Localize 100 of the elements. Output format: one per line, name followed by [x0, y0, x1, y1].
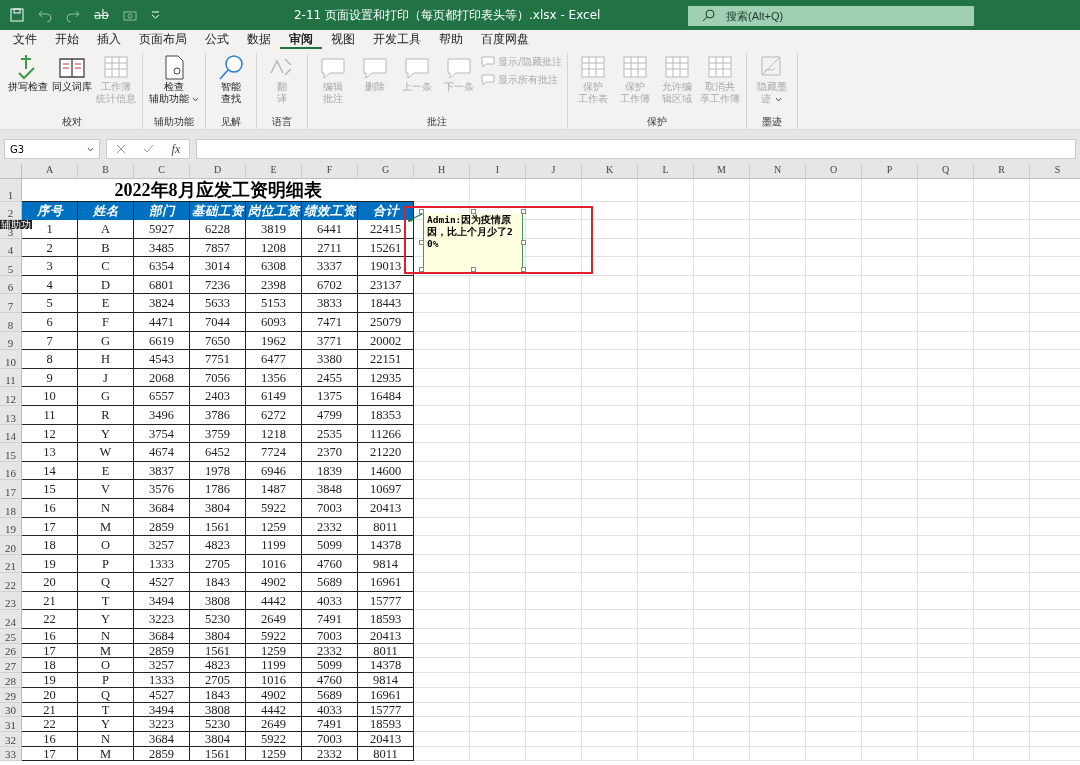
- empty-cell[interactable]: [918, 517, 974, 537]
- column-header[interactable]: K: [582, 164, 638, 179]
- empty-cell[interactable]: [582, 554, 638, 574]
- empty-cell[interactable]: [862, 387, 918, 406]
- empty-cell[interactable]: [470, 536, 526, 555]
- empty-cell[interactable]: [750, 220, 806, 239]
- ribbon-tab[interactable]: 数据: [238, 30, 280, 49]
- empty-cell[interactable]: [806, 275, 862, 295]
- empty-cell[interactable]: [414, 746, 470, 762]
- empty-cell[interactable]: [974, 746, 1030, 762]
- empty-cell[interactable]: [414, 368, 470, 388]
- empty-cell[interactable]: [918, 573, 974, 592]
- empty-cell[interactable]: [750, 717, 806, 732]
- empty-cell[interactable]: [750, 658, 806, 674]
- empty-cell[interactable]: [470, 629, 526, 644]
- row-header[interactable]: 22: [0, 573, 22, 592]
- column-header[interactable]: C: [134, 164, 190, 179]
- empty-cell[interactable]: [974, 702, 1030, 718]
- empty-cell[interactable]: [694, 387, 750, 406]
- empty-cell[interactable]: [974, 238, 1030, 258]
- empty-cell[interactable]: [526, 350, 582, 369]
- empty-cell[interactable]: [918, 312, 974, 332]
- empty-cell[interactable]: [470, 480, 526, 499]
- resize-handle[interactable]: [419, 209, 424, 214]
- ribbon-button[interactable]: 拼写检查: [7, 53, 49, 115]
- empty-cell[interactable]: [750, 202, 806, 220]
- empty-cell[interactable]: [750, 591, 806, 611]
- column-header[interactable]: Q: [918, 164, 974, 179]
- empty-cell[interactable]: [694, 746, 750, 762]
- empty-cell[interactable]: [694, 368, 750, 388]
- empty-cell[interactable]: [918, 643, 974, 659]
- empty-cell[interactable]: [862, 179, 918, 202]
- empty-cell[interactable]: [806, 443, 862, 462]
- empty-cell[interactable]: [806, 257, 862, 276]
- empty-cell[interactable]: [806, 424, 862, 444]
- empty-cell[interactable]: [414, 610, 470, 630]
- empty-cell[interactable]: [974, 350, 1030, 369]
- empty-cell[interactable]: [694, 331, 750, 351]
- empty-cell[interactable]: [638, 387, 694, 406]
- empty-cell[interactable]: [638, 275, 694, 295]
- empty-cell[interactable]: [862, 257, 918, 276]
- empty-cell[interactable]: [750, 731, 806, 747]
- empty-cell[interactable]: [806, 673, 862, 688]
- empty-cell[interactable]: [526, 498, 582, 518]
- empty-cell[interactable]: [638, 331, 694, 351]
- empty-cell[interactable]: [638, 643, 694, 659]
- empty-cell[interactable]: [974, 610, 1030, 630]
- empty-cell[interactable]: [862, 424, 918, 444]
- empty-cell[interactable]: [638, 702, 694, 718]
- customize-icon[interactable]: [151, 11, 160, 19]
- empty-cell[interactable]: [638, 717, 694, 732]
- empty-cell[interactable]: [414, 687, 470, 703]
- empty-cell[interactable]: [806, 368, 862, 388]
- empty-cell[interactable]: [638, 554, 694, 574]
- empty-cell[interactable]: [918, 629, 974, 644]
- empty-cell[interactable]: [526, 658, 582, 674]
- empty-cell[interactable]: [750, 746, 806, 762]
- empty-cell[interactable]: [862, 312, 918, 332]
- empty-cell[interactable]: [638, 731, 694, 747]
- empty-cell[interactable]: [582, 687, 638, 703]
- empty-cell[interactable]: [638, 610, 694, 630]
- empty-cell[interactable]: [526, 702, 582, 718]
- empty-cell[interactable]: [750, 257, 806, 276]
- column-header[interactable]: G: [358, 164, 414, 179]
- empty-cell[interactable]: [414, 643, 470, 659]
- row-header[interactable]: 24: [0, 610, 22, 630]
- camera-icon[interactable]: [123, 9, 137, 21]
- empty-cell[interactable]: [582, 731, 638, 747]
- empty-cell[interactable]: [750, 238, 806, 258]
- column-header[interactable]: F: [302, 164, 358, 179]
- empty-cell[interactable]: [526, 387, 582, 406]
- empty-cell[interactable]: [582, 746, 638, 762]
- empty-cell[interactable]: [974, 536, 1030, 555]
- empty-cell[interactable]: [974, 257, 1030, 276]
- empty-cell[interactable]: [750, 498, 806, 518]
- empty-cell[interactable]: [974, 717, 1030, 732]
- empty-cell[interactable]: [918, 536, 974, 555]
- resize-handle[interactable]: [471, 209, 476, 214]
- empty-cell[interactable]: [526, 312, 582, 332]
- empty-cell[interactable]: [862, 610, 918, 630]
- empty-cell[interactable]: [806, 220, 862, 239]
- empty-cell[interactable]: [862, 480, 918, 499]
- empty-cell[interactable]: [750, 573, 806, 592]
- empty-cell[interactable]: [750, 368, 806, 388]
- empty-cell[interactable]: [582, 461, 638, 481]
- empty-cell[interactable]: [862, 275, 918, 295]
- empty-cell[interactable]: [806, 731, 862, 747]
- empty-cell[interactable]: [862, 746, 918, 762]
- empty-cell[interactable]: [694, 202, 750, 220]
- empty-cell[interactable]: [974, 387, 1030, 406]
- row-header[interactable]: 27: [0, 658, 22, 674]
- empty-cell[interactable]: [974, 658, 1030, 674]
- empty-cell[interactable]: [470, 731, 526, 747]
- empty-cell[interactable]: [526, 673, 582, 688]
- ribbon-tab[interactable]: 开发工具: [364, 30, 430, 49]
- empty-cell[interactable]: [862, 687, 918, 703]
- empty-cell[interactable]: [470, 554, 526, 574]
- empty-cell[interactable]: [582, 331, 638, 351]
- empty-cell[interactable]: [470, 517, 526, 537]
- empty-cell[interactable]: [974, 687, 1030, 703]
